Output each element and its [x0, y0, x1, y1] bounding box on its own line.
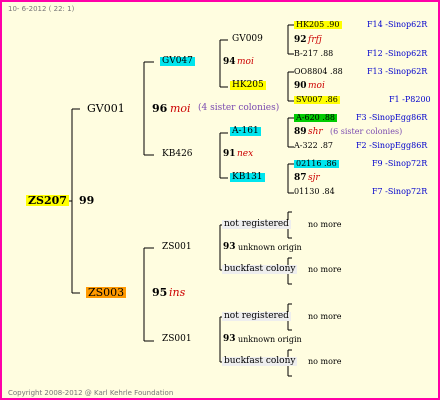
no-more-2: no more [308, 265, 342, 274]
kb426-id[interactable]: KB426 [162, 150, 193, 159]
copyright: Copyright 2008-2012 @ Karl Kehrle Founda… [8, 389, 174, 397]
buckfast-colony-2: buckfast colony [222, 356, 298, 366]
n02116[interactable]: 02116 .86 [294, 160, 339, 168]
gv009-id[interactable]: GV009 [232, 35, 263, 44]
zs001a-year: 93 [223, 242, 236, 252]
kb426-mark: nex [237, 149, 254, 159]
a322-code: F2 -SinopEgg86R [356, 141, 428, 150]
n02116-code: F9 -Sinop72R [372, 159, 428, 168]
not-registered-2: not registered [222, 311, 291, 321]
zs001b-origin: unknown origin [238, 335, 302, 344]
kb131-mark: sjr [308, 173, 320, 183]
n01130-code: F7 -Sinop72R [372, 187, 428, 196]
zs001a-origin: unknown origin [238, 243, 302, 252]
a322[interactable]: A-322 .87 [294, 142, 333, 150]
gv001-year: 96 [152, 102, 168, 115]
gv047-year: 94 [223, 57, 236, 67]
hk205-id[interactable]: HK205 [230, 81, 266, 90]
oo8804-code: F13 -Sinop62R [367, 67, 428, 76]
zs003-id[interactable]: ZS003 [86, 287, 127, 298]
b217[interactable]: B-217 .88 [294, 50, 333, 58]
a161-mark: shr [308, 127, 323, 137]
kb131-year: 87 [294, 173, 307, 183]
gv047-id[interactable]: GV047 [160, 57, 195, 66]
a620[interactable]: A-620 .88 [294, 114, 338, 122]
a161-year: 89 [294, 127, 307, 137]
gv009-mark: frfj [308, 35, 322, 45]
n01130[interactable]: 01130 .84 [294, 188, 335, 196]
gv047-mark: moi [237, 57, 254, 67]
oo8804[interactable]: OO8804 .88 [294, 68, 343, 76]
hk205-90[interactable]: HK205 .90 [294, 21, 342, 29]
zs001b-year: 93 [223, 334, 236, 344]
a620-code: F3 -SinopEgg86R [356, 113, 428, 122]
no-more-3: no more [308, 312, 342, 321]
a161-sisters: (6 sister colonies) [330, 127, 403, 136]
gv001-mark: moi [170, 102, 191, 115]
a161-id[interactable]: A-161 [230, 127, 261, 136]
root-id[interactable]: ZS207 [26, 195, 69, 206]
b217-code: F12 -Sinop62R [367, 49, 428, 58]
buckfast-colony-1: buckfast colony [222, 264, 298, 274]
no-more-1: no more [308, 220, 342, 229]
zs001b-id[interactable]: ZS001 [162, 335, 192, 344]
no-more-4: no more [308, 357, 342, 366]
gv009-year: 92 [294, 35, 307, 45]
zs003-year: 95 [152, 286, 168, 299]
kb131-id[interactable]: KB131 [230, 173, 265, 182]
hk205-90-code: F14 -Sinop62R [367, 20, 428, 29]
hk205-mark: moi [308, 81, 325, 91]
zs001a-id[interactable]: ZS001 [162, 243, 192, 252]
root-year: 99 [79, 194, 95, 207]
kb426-year: 91 [223, 149, 236, 159]
zs003-mark: ins [169, 286, 186, 299]
gv001-sisters: (4 sister colonies) [198, 103, 280, 113]
sv007-code: F1 -P8200 [389, 95, 431, 104]
date-line: 10- 6-2012 ( 22: 1) [8, 5, 75, 13]
not-registered-1: not registered [222, 219, 291, 229]
pedigree-frame: 10- 6-2012 ( 22: 1) ZS207 99 GV001 96 mo… [0, 0, 440, 400]
sv007[interactable]: SV007 .86 [294, 96, 340, 104]
gv001-id[interactable]: GV001 [87, 103, 125, 114]
hk205-year: 90 [294, 81, 307, 91]
